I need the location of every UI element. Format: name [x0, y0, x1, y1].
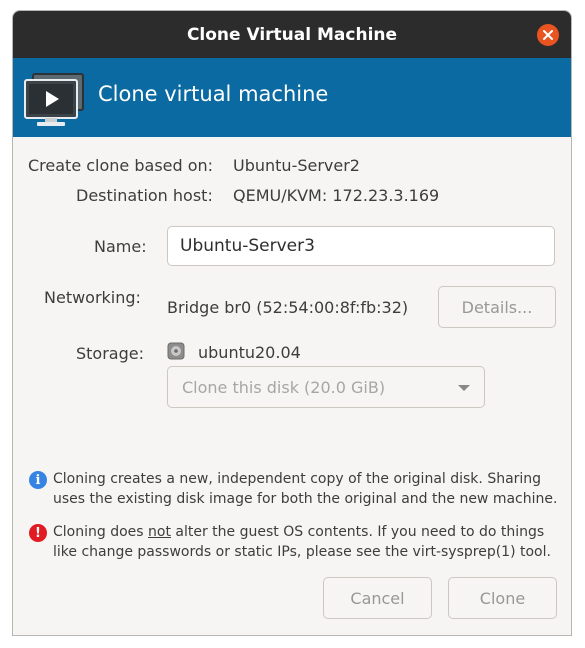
window-title: Clone Virtual Machine: [186, 24, 398, 45]
disk-icon: [167, 342, 185, 360]
close-icon: [543, 30, 553, 40]
storage-clone-option: Clone this disk (20.0 GiB): [182, 378, 386, 397]
destination-host-value: QEMU/KVM: 172.23.3.169: [233, 186, 440, 205]
cancel-button-label: Cancel: [350, 588, 405, 608]
storage-clone-select[interactable]: Clone this disk (20.0 GiB): [167, 366, 485, 408]
clone-dialog: Clone Virtual Machine Clone virtual mach…: [12, 10, 572, 636]
warning-icon: !: [29, 524, 47, 542]
name-label: Name:: [94, 237, 147, 256]
info-note: i Cloning creates a new, independent cop…: [29, 469, 561, 509]
storage-label: Storage:: [76, 344, 144, 363]
based-on-value: Ubuntu-Server2: [233, 156, 360, 175]
networking-label: Networking:: [44, 288, 141, 307]
dropdown-arrow-icon: [458, 385, 470, 391]
based-on-label: Create clone based on:: [28, 156, 214, 175]
storage-disk-name: ubuntu20.04: [198, 343, 301, 362]
clone-button-label: Clone: [479, 588, 526, 608]
networking-value: Bridge br0 (52:54:00:8f:fb:32): [167, 298, 409, 317]
details-button-label: Details...: [461, 297, 533, 317]
info-note-line2: uses the existing disk image for both th…: [53, 491, 558, 507]
info-note-text: Cloning creates a new, independent copy …: [53, 469, 557, 509]
close-button[interactable]: [537, 24, 559, 46]
warning-note-text: Cloning does not alter the guest OS cont…: [53, 522, 551, 562]
clone-button[interactable]: Clone: [448, 577, 557, 619]
cancel-button[interactable]: Cancel: [323, 577, 432, 619]
warning-note-after: alter the guest OS contents. If you need…: [170, 524, 545, 540]
info-note-line1: Cloning creates a new, independent copy …: [53, 471, 542, 487]
banner-title: Clone virtual machine: [98, 82, 329, 106]
name-input[interactable]: [167, 226, 555, 266]
header-banner: Clone virtual machine: [13, 58, 571, 137]
warning-note-before: Cloning does: [53, 524, 149, 540]
title-bar[interactable]: Clone Virtual Machine: [13, 11, 571, 58]
vm-monitor-icon: [24, 73, 84, 126]
warning-note-underlined: not: [148, 524, 171, 540]
warning-note: ! Cloning does not alter the guest OS co…: [29, 522, 561, 562]
info-icon: i: [29, 471, 47, 489]
details-button[interactable]: Details...: [438, 286, 556, 328]
warning-note-line2: like change passwords or static IPs, ple…: [53, 544, 551, 560]
destination-host-label: Destination host:: [76, 186, 213, 205]
